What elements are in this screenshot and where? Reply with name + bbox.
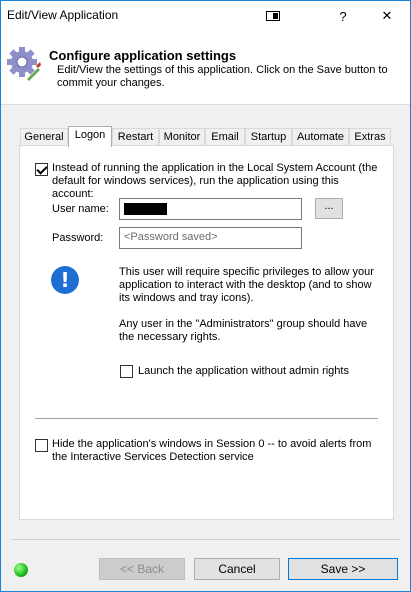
title-bar[interactable]: Edit/View Application ? ✕ [1, 1, 410, 31]
tab-automate[interactable]: Automate [292, 128, 349, 146]
info-exclamation-icon: ! [51, 266, 79, 294]
tab-logon[interactable]: Logon [68, 126, 112, 147]
header: Configure application settings Edit/View… [1, 31, 410, 105]
back-button[interactable]: << Back [99, 558, 185, 580]
window-title: Edit/View Application [7, 8, 119, 22]
gear-settings-icon [7, 47, 41, 81]
tab-email[interactable]: Email [205, 128, 245, 146]
hide-session0-checkbox[interactable] [35, 439, 48, 452]
username-label: User name: [52, 203, 109, 215]
help-button[interactable]: ? [323, 1, 363, 31]
status-indicator-icon [14, 563, 28, 577]
header-title: Configure application settings [49, 48, 237, 63]
launch-no-admin-checkbox[interactable] [120, 365, 133, 378]
privileges-info-text: This user will require specific privileg… [119, 266, 374, 304]
tab-restart[interactable]: Restart [112, 128, 159, 146]
password-input[interactable]: <Password saved> [119, 227, 302, 249]
tab-extras[interactable]: Extras [349, 128, 391, 146]
hide-session0-label: Hide the application's windows in Sessio… [52, 438, 372, 463]
cancel-button[interactable]: Cancel [194, 558, 280, 580]
save-button[interactable]: Save >> [288, 558, 398, 580]
tab-startup[interactable]: Startup [245, 128, 292, 146]
footer-divider [11, 539, 400, 540]
close-button[interactable]: ✕ [367, 1, 407, 31]
header-subtitle: Edit/View the settings of this applicati… [57, 64, 388, 89]
window-mode-icon[interactable] [253, 1, 293, 31]
password-label: Password: [52, 232, 104, 244]
browse-user-button[interactable]: ... [315, 198, 343, 219]
edit-application-window: Edit/View Application ? ✕ Configure appl… [0, 0, 411, 592]
run-as-checkbox[interactable] [35, 163, 48, 176]
run-as-label: Instead of running the application in th… [52, 162, 378, 200]
redacted-username [124, 203, 167, 215]
username-input[interactable] [119, 198, 302, 220]
tab-general[interactable]: General [20, 128, 68, 146]
panel-divider [35, 418, 378, 419]
launch-no-admin-label: Launch the application without admin rig… [138, 365, 349, 377]
tab-monitor[interactable]: Monitor [159, 128, 205, 146]
logon-tab-panel: Instead of running the application in th… [19, 145, 394, 520]
administrators-info-text: Any user in the "Administrators" group s… [119, 318, 368, 343]
